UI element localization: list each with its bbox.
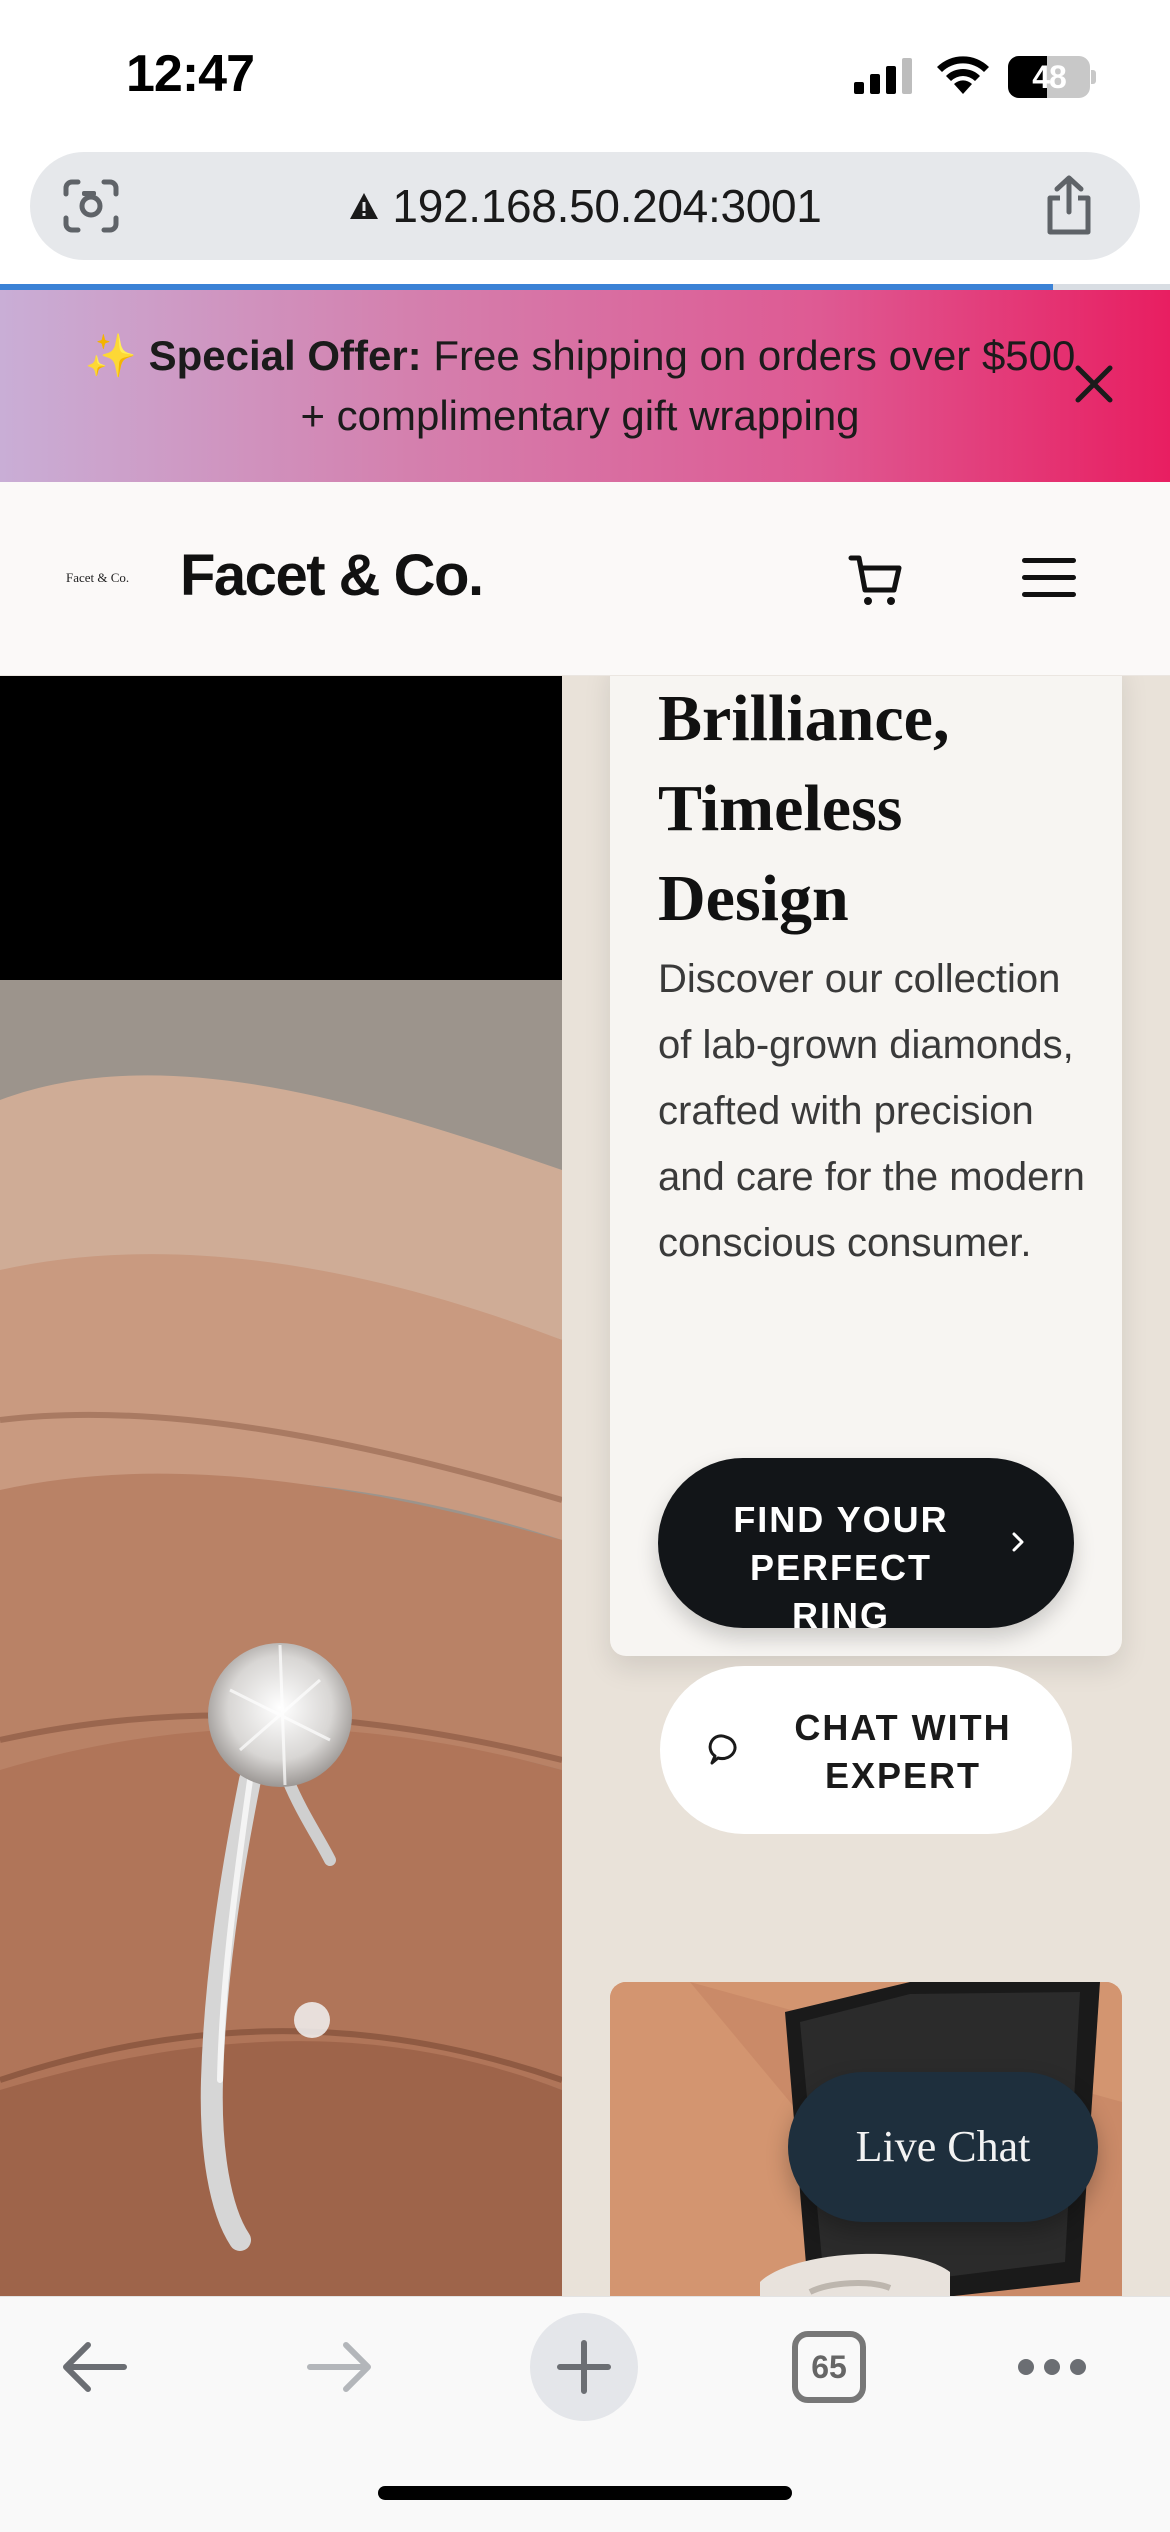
- find-your-ring-label: FIND YOUR PERFECT RING: [733, 1499, 949, 1636]
- promo-label: Special Offer:: [148, 332, 422, 379]
- more-dots-icon[interactable]: [1016, 2355, 1088, 2379]
- battery-icon: 48: [1008, 56, 1090, 98]
- wifi-icon: [937, 56, 989, 94]
- hero-description: Discover our collection of lab-grown dia…: [658, 957, 1085, 1265]
- close-icon[interactable]: [1072, 362, 1116, 406]
- promo-message: ✨ Special Offer: Free shipping on orders…: [70, 326, 1090, 446]
- arrow-left-icon[interactable]: [58, 2339, 130, 2395]
- hero-card: Brilliance, Timeless Design Discover our…: [610, 676, 1122, 1834]
- logo-image[interactable]: Facet & Co.: [66, 570, 129, 586]
- status-bar: 12:47 48: [0, 0, 1170, 150]
- cart-icon[interactable]: [848, 552, 904, 608]
- chat-with-expert-label: CHAT WITH EXPERT: [794, 1707, 1012, 1796]
- hero-video-placeholder: [0, 676, 562, 980]
- status-time: 12:47: [126, 45, 255, 103]
- warning-icon: [350, 193, 379, 219]
- hero-section: Brilliance, Timeless Design Discover our…: [0, 676, 1170, 2296]
- live-chat-button[interactable]: Live Chat: [788, 2072, 1098, 2222]
- chat-with-expert-button[interactable]: CHAT WITH EXPERT: [660, 1666, 1072, 1834]
- battery-level: 48: [1032, 59, 1067, 95]
- url-text: 192.168.50.204:3001: [392, 180, 822, 232]
- site-header: Facet & Co. Facet & Co.: [0, 482, 1170, 676]
- find-your-ring-button[interactable]: FIND YOUR PERFECT RING: [658, 1458, 1074, 1636]
- brand-name[interactable]: Facet & Co.: [180, 542, 484, 609]
- address-bar[interactable]: 192.168.50.204:3001: [30, 152, 1140, 260]
- plus-icon: [557, 2340, 611, 2394]
- sparkle-icon: ✨: [84, 332, 137, 379]
- url-display: 192.168.50.204:3001: [30, 152, 1140, 260]
- hero-ring-photo: [0, 980, 562, 2296]
- arrow-right-icon[interactable]: [304, 2339, 376, 2395]
- promo-banner: ✨ Special Offer: Free shipping on orders…: [0, 290, 1170, 482]
- new-tab-button[interactable]: [530, 2313, 638, 2421]
- hamburger-menu-icon[interactable]: [1020, 556, 1078, 600]
- home-indicator: [378, 2486, 792, 2500]
- hero-title: Brilliance, Timeless Design: [658, 682, 950, 935]
- battery-nub: [1091, 70, 1096, 84]
- cellular-signal-icon: [854, 58, 912, 94]
- chevron-right-icon: [1012, 1532, 1024, 1552]
- chat-bubble-icon: [708, 1734, 737, 1765]
- share-icon[interactable]: [1040, 174, 1098, 236]
- tab-switcher-button[interactable]: 65: [792, 2331, 866, 2403]
